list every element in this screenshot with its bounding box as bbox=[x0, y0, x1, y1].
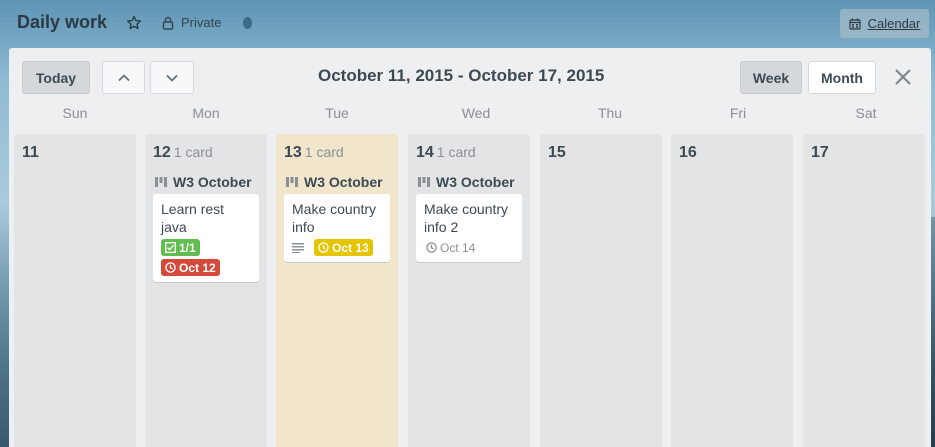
due-date-badge: Oct 12 bbox=[161, 259, 220, 276]
day-header: 11 bbox=[22, 144, 39, 162]
lock-icon bbox=[162, 16, 174, 30]
day-number: 13 bbox=[284, 144, 302, 161]
team-icon[interactable] bbox=[243, 17, 252, 29]
next-week-button[interactable] bbox=[150, 61, 194, 94]
day-header: 13 1 card bbox=[284, 144, 344, 162]
card-badges: 1/1 Oct 12 bbox=[161, 239, 251, 276]
day-column-sun[interactable]: 11 bbox=[14, 134, 136, 447]
prev-week-button[interactable] bbox=[102, 61, 145, 94]
day-column-sat[interactable]: 17 bbox=[803, 134, 925, 447]
day-number: 12 bbox=[153, 144, 171, 161]
chevron-up-icon bbox=[117, 73, 130, 81]
weekday-label: Fri bbox=[729, 105, 747, 121]
day-number: 16 bbox=[679, 144, 697, 161]
calendar-icon bbox=[849, 18, 861, 30]
day-column-thu[interactable]: 15 bbox=[540, 134, 662, 447]
due-date-badge: Oct 14 bbox=[424, 239, 477, 256]
date-range-title: October 11, 2015 - October 17, 2015 bbox=[318, 66, 605, 85]
list-icon bbox=[418, 177, 430, 187]
chevron-down-icon bbox=[166, 74, 178, 82]
weekday-label: Sat bbox=[855, 105, 877, 121]
weekday-label: Wed bbox=[461, 105, 491, 121]
day-number: 17 bbox=[811, 144, 829, 161]
calendar-panel: Today October 11, 2015 - October 17, 201… bbox=[9, 48, 931, 447]
card-title: Learn rest java bbox=[161, 201, 225, 235]
list-tag: W3 October bbox=[286, 174, 383, 190]
privacy-label: Private bbox=[181, 15, 222, 30]
weekday-header: Sun Mon Tue Wed Thu Fri Sat bbox=[9, 105, 931, 125]
description-icon bbox=[292, 242, 304, 253]
star-icon[interactable] bbox=[126, 15, 142, 31]
weekday-label: Mon bbox=[192, 105, 220, 121]
day-column-mon[interactable]: 121 card W3 October Learn rest java 1/1 bbox=[145, 134, 267, 447]
weekday-label: Tue bbox=[325, 105, 349, 121]
card-badges: Oct 13 bbox=[292, 239, 382, 256]
due-date: Oct 12 bbox=[179, 260, 216, 275]
list-name: W3 October bbox=[173, 174, 252, 190]
weekday-label: Thu bbox=[597, 105, 623, 121]
week-view-button[interactable]: Week bbox=[740, 61, 802, 94]
day-column-tue[interactable]: 13 1 card W3 October Make country info O… bbox=[276, 134, 398, 447]
list-tag: W3 October bbox=[418, 174, 515, 190]
day-column-wed[interactable]: 14 1 card W3 October Make country info 2 … bbox=[408, 134, 530, 447]
privacy-button[interactable]: Private bbox=[162, 15, 221, 30]
day-header: 15 bbox=[548, 144, 566, 162]
close-icon[interactable] bbox=[894, 68, 912, 86]
list-name: W3 October bbox=[436, 174, 515, 190]
card-title: Make country info 2 bbox=[424, 201, 509, 235]
due-date: Oct 13 bbox=[332, 240, 369, 255]
card[interactable]: Learn rest java 1/1 Oct 12 bbox=[153, 194, 259, 282]
checklist-badge: 1/1 bbox=[161, 239, 200, 256]
day-number: 14 bbox=[416, 144, 434, 161]
list-tag: W3 October bbox=[155, 174, 252, 190]
card-title: Make country info bbox=[292, 201, 377, 235]
clock-icon bbox=[165, 262, 176, 273]
card-count: 1 card bbox=[436, 144, 476, 160]
card[interactable]: Make country info 2 Oct 14 bbox=[416, 194, 522, 262]
day-column-fri[interactable]: 16 bbox=[671, 134, 793, 447]
calendar-label: Calendar bbox=[867, 16, 921, 31]
list-name: W3 October bbox=[304, 174, 383, 190]
checklist-icon bbox=[165, 242, 176, 253]
board-title[interactable]: Daily work bbox=[17, 12, 107, 33]
due-date: Oct 14 bbox=[440, 240, 476, 255]
month-view-button[interactable]: Month bbox=[808, 61, 876, 94]
weekday-label: Sun bbox=[62, 105, 88, 121]
list-icon bbox=[155, 177, 167, 187]
day-header: 16 bbox=[679, 144, 697, 162]
card[interactable]: Make country info Oct 13 bbox=[284, 194, 390, 262]
due-date-badge: Oct 13 bbox=[314, 239, 373, 256]
calendar-button[interactable]: Calendar bbox=[840, 9, 929, 38]
day-header: 14 1 card bbox=[416, 144, 476, 162]
day-header: 17 bbox=[811, 144, 829, 162]
card-count: 1 card bbox=[304, 144, 344, 160]
clock-icon bbox=[426, 242, 437, 253]
today-button[interactable]: Today bbox=[22, 61, 90, 94]
checklist-value: 1/1 bbox=[179, 240, 196, 255]
day-header: 12 1 card bbox=[153, 144, 213, 162]
day-number: 15 bbox=[548, 144, 566, 161]
board-header: Daily work Private Calendar bbox=[0, 0, 935, 46]
list-icon bbox=[286, 177, 298, 187]
clock-icon bbox=[318, 242, 329, 253]
day-number: 11 bbox=[22, 144, 39, 161]
card-count: 1 card bbox=[173, 144, 213, 160]
card-badges: Oct 14 bbox=[424, 239, 514, 256]
